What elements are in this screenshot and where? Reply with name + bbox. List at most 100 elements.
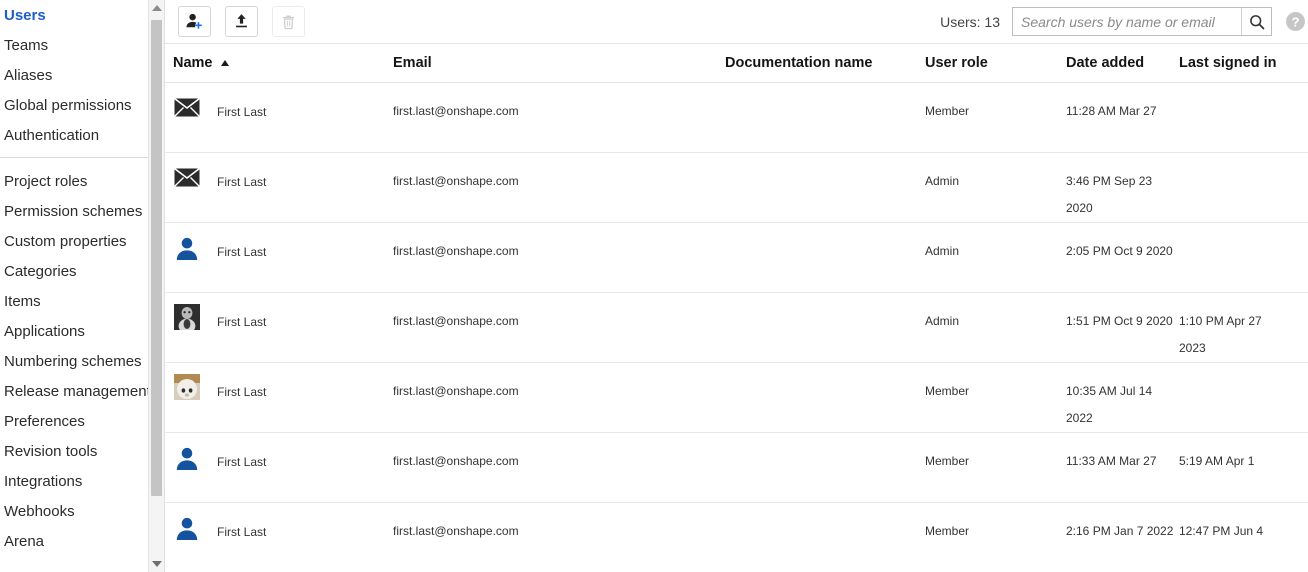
column-header-name-label: Name bbox=[173, 55, 213, 71]
cell-last-signed-in: 5:19 AM Apr 1 bbox=[1179, 454, 1255, 468]
cell-date-added: 1:51 PM Oct 9 2020 bbox=[1066, 314, 1173, 328]
users-table: Name Email Documentation name User role … bbox=[165, 44, 1308, 572]
sidebar-item-numbering-schemes[interactable]: Numbering schemes bbox=[0, 346, 164, 376]
sidebar-item-revision-tools[interactable]: Revision tools bbox=[0, 436, 164, 466]
column-header-name[interactable]: Name bbox=[165, 55, 393, 71]
sidebar-item-authentication[interactable]: Authentication bbox=[0, 120, 164, 150]
cell-documentation-name bbox=[725, 153, 925, 168]
cell-date-added: 2:05 PM Oct 9 2020 bbox=[1066, 244, 1173, 258]
envelope-icon bbox=[173, 93, 201, 121]
help-button[interactable]: ? bbox=[1284, 11, 1306, 33]
cell-user-role: Member bbox=[925, 384, 970, 398]
sidebar-item-project-roles[interactable]: Project roles bbox=[0, 166, 164, 196]
user-name: First Last bbox=[217, 105, 267, 119]
cell-last-signed-in bbox=[1179, 223, 1289, 238]
sidebar-item-items[interactable]: Items bbox=[0, 286, 164, 316]
sidebar-item-arena[interactable]: Arena bbox=[0, 526, 164, 556]
default-avatar-icon bbox=[173, 513, 201, 541]
cell-last-signed-in bbox=[1179, 363, 1289, 378]
upload-users-button[interactable] bbox=[225, 6, 258, 37]
cell-user-role: Member bbox=[925, 524, 970, 538]
column-header-documentation-name[interactable]: Documentation name bbox=[725, 55, 925, 71]
users-toolbar: Users: 13 ? bbox=[165, 0, 1308, 44]
cell-email: first.last@onshape.com bbox=[393, 384, 519, 398]
table-row[interactable]: First Last first.last@onshape.com Member 11… bbox=[165, 83, 1308, 153]
cell-documentation-name bbox=[725, 363, 925, 378]
sidebar-item-webhooks[interactable]: Webhooks bbox=[0, 496, 164, 526]
sidebar-divider bbox=[0, 157, 158, 158]
column-header-date-added[interactable]: Date added bbox=[1066, 55, 1179, 71]
search-box[interactable] bbox=[1012, 7, 1272, 36]
scroll-down-arrow[interactable] bbox=[149, 556, 164, 572]
sidebar-item-users[interactable]: Users bbox=[0, 0, 164, 30]
cell-email: first.last@onshape.com bbox=[393, 454, 519, 468]
user-name: First Last bbox=[217, 525, 267, 539]
cell-last-signed-in: 1:10 PM Apr 27 2023 bbox=[1179, 314, 1262, 355]
person-add-icon bbox=[186, 13, 202, 29]
cell-documentation-name bbox=[725, 433, 925, 448]
cell-last-signed-in bbox=[1179, 83, 1289, 98]
scrollbar-thumb[interactable] bbox=[151, 20, 162, 496]
users-main-panel: Users: 13 ? Na bbox=[164, 0, 1308, 572]
default-avatar-icon bbox=[173, 233, 201, 261]
table-row[interactable]: First Last first.last@onshape.com Member 10… bbox=[165, 363, 1308, 433]
cell-documentation-name bbox=[725, 223, 925, 238]
user-name: First Last bbox=[217, 385, 267, 399]
search-button[interactable] bbox=[1241, 8, 1271, 35]
cell-last-signed-in: 12:47 PM Jun 4 bbox=[1179, 524, 1264, 538]
sidebar-item-permission-schemes[interactable]: Permission schemes bbox=[0, 196, 164, 226]
user-name: First Last bbox=[217, 455, 267, 469]
photo-avatar-light bbox=[173, 373, 201, 401]
cell-name: First Last bbox=[165, 223, 393, 266]
photo-avatar-dark bbox=[173, 303, 201, 331]
table-row[interactable]: First Last first.last@onshape.com Member 11… bbox=[165, 433, 1308, 503]
cell-user-role: Admin bbox=[925, 174, 960, 188]
sidebar-item-teams[interactable]: Teams bbox=[0, 30, 164, 60]
sidebar-item-categories[interactable]: Categories bbox=[0, 256, 164, 286]
sidebar-item-integrations[interactable]: Integrations bbox=[0, 466, 164, 496]
cell-name: First Last bbox=[165, 293, 393, 336]
user-name: First Last bbox=[217, 175, 267, 189]
settings-sidebar: Users Teams Aliases Global permissions Authe… bbox=[0, 0, 164, 572]
cell-user-role: Member bbox=[925, 454, 970, 468]
user-name: First Last bbox=[217, 315, 267, 329]
table-row[interactable]: First Last first.last@onshape.com Admin 2:0… bbox=[165, 223, 1308, 293]
cell-name: First Last bbox=[165, 433, 393, 476]
caret-up-icon bbox=[151, 5, 162, 11]
sidebar-item-preferences[interactable]: Preferences bbox=[0, 406, 164, 436]
sidebar-item-applications[interactable]: Applications bbox=[0, 316, 164, 346]
sidebar-item-global-permissions[interactable]: Global permissions bbox=[0, 90, 164, 120]
users-count-label: Users: 13 bbox=[940, 13, 1000, 30]
table-row[interactable]: First Last first.last@onshape.com Member 2:… bbox=[165, 503, 1308, 572]
cell-name: First Last bbox=[165, 83, 393, 126]
sidebar-item-aliases[interactable]: Aliases bbox=[0, 60, 164, 90]
sidebar-item-release-management[interactable]: Release management bbox=[0, 376, 164, 406]
column-header-user-role[interactable]: User role bbox=[925, 55, 1066, 71]
cell-user-role: Admin bbox=[925, 314, 960, 328]
add-user-button[interactable] bbox=[178, 6, 211, 37]
table-row[interactable]: First Last first.last@onshape.com Admin 1:5… bbox=[165, 293, 1308, 363]
search-input[interactable] bbox=[1013, 8, 1241, 35]
column-header-email[interactable]: Email bbox=[393, 55, 725, 71]
cell-user-role: Admin bbox=[925, 244, 960, 258]
table-row[interactable]: First Last first.last@onshape.com Admin 3:4… bbox=[165, 153, 1308, 223]
cell-last-signed-in bbox=[1179, 153, 1289, 168]
table-body: First Last first.last@onshape.com Member 11… bbox=[165, 83, 1308, 572]
column-header-last-signed-in[interactable]: Last signed in bbox=[1179, 55, 1289, 71]
cell-date-added: 10:35 AM Jul 14 2022 bbox=[1066, 384, 1153, 425]
cell-email: first.last@onshape.com bbox=[393, 524, 519, 538]
sort-ascending-icon bbox=[220, 60, 229, 66]
default-avatar-icon bbox=[173, 443, 201, 471]
cell-email: first.last@onshape.com bbox=[393, 244, 519, 258]
sidebar-item-custom-properties[interactable]: Custom properties bbox=[0, 226, 164, 256]
sidebar-scrollbar[interactable] bbox=[148, 0, 164, 572]
scroll-up-arrow[interactable] bbox=[149, 0, 164, 16]
cell-documentation-name bbox=[725, 503, 925, 518]
cell-date-added: 11:33 AM Mar 27 bbox=[1066, 454, 1157, 468]
trash-icon bbox=[282, 15, 295, 29]
cell-email: first.last@onshape.com bbox=[393, 104, 519, 118]
cell-documentation-name bbox=[725, 83, 925, 98]
cell-date-added: 11:28 AM Mar 27 bbox=[1066, 104, 1157, 118]
delete-users-button[interactable] bbox=[272, 6, 305, 37]
envelope-icon bbox=[173, 163, 201, 191]
